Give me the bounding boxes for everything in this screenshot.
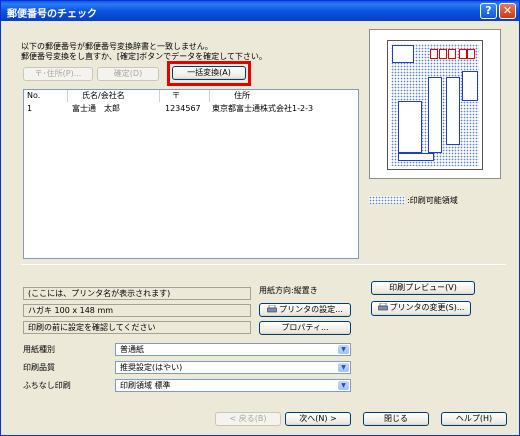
address-list[interactable]: No. 氏名/会社名 〒 住所 1 富士通 太郎 1234567 東京都富士通株… <box>23 89 359 259</box>
print-quality-value: 推奨設定(はやい) <box>120 363 183 372</box>
column-header-name[interactable]: 氏名/会社名 <box>68 90 160 102</box>
address-button[interactable]: 〒･住所(P)... <box>23 67 93 81</box>
table-cell-name[interactable]: 富士通 太郎 <box>72 104 120 114</box>
borderless-label: ふちなし印刷 <box>23 381 71 390</box>
separator <box>21 264 506 265</box>
chevron-down-icon[interactable]: ▼ <box>338 381 349 390</box>
printable-area-swatch <box>369 196 405 204</box>
paper-type-value: 普通紙 <box>120 345 144 354</box>
printer-icon <box>377 302 388 311</box>
borderless-select[interactable]: 印刷領域 標準 ▼ <box>115 379 351 392</box>
table-cell-address[interactable]: 東京都富士通株式会社1-2-3 <box>212 104 313 114</box>
printer-icon <box>267 304 277 313</box>
postcard-preview <box>369 29 501 179</box>
properties-button[interactable]: プロパティ... <box>259 321 351 335</box>
paper-type-label: 用紙種別 <box>23 345 55 354</box>
change-printer-button[interactable]: プリンタの変更(S)... <box>371 301 471 316</box>
close-title-button[interactable]: ✕ <box>499 3 516 19</box>
print-quality-select[interactable]: 推奨設定(はやい) ▼ <box>115 361 351 374</box>
paper-size-field: ハガキ 100 x 148 mm <box>23 304 251 317</box>
chevron-down-icon[interactable]: ▼ <box>338 345 349 354</box>
notice-field: 印刷の前に設定を確認してください <box>23 321 251 334</box>
printer-name-field: (ここには、プリンタ名が表示されます) <box>23 287 251 300</box>
column-header-no[interactable]: No. <box>24 90 68 102</box>
chevron-down-icon[interactable]: ▼ <box>338 363 349 372</box>
close-button[interactable]: 閉じる <box>363 412 429 426</box>
bulk-convert-button[interactable]: 一括変換(A) <box>172 66 246 80</box>
printer-settings-button[interactable]: プリンタの設定... <box>259 303 351 317</box>
change-printer-label: プリンタの変更(S)... <box>389 303 465 312</box>
printer-settings-label: プリンタの設定... <box>279 305 343 314</box>
table-cell-no[interactable]: 1 <box>27 104 32 114</box>
dialog-window: 郵便番号のチェック ? ✕ 以下の郵便番号が郵便番号変換辞書と一致しません。 郵… <box>0 0 520 436</box>
borderless-value: 印刷領域 標準 <box>120 381 171 390</box>
paper-type-select[interactable]: 普通紙 ▼ <box>115 343 351 356</box>
paper-orientation-label: 用紙方向:縦置き <box>259 286 318 295</box>
postcard-image <box>387 40 483 170</box>
title-bar[interactable]: 郵便番号のチェック ? ✕ <box>1 1 519 21</box>
help-title-button[interactable]: ? <box>480 3 497 19</box>
print-preview-button[interactable]: 印刷プレビュー(V) <box>371 281 475 295</box>
print-quality-label: 印刷品質 <box>23 363 55 372</box>
help-button[interactable]: ヘルプ(H) <box>441 412 507 426</box>
column-header-address[interactable]: 住所 <box>210 90 358 102</box>
printable-area-label: :印刷可能領域 <box>407 196 458 205</box>
window-title: 郵便番号のチェック <box>7 9 97 20</box>
table-cell-zip[interactable]: 1234567 <box>165 104 201 114</box>
next-button[interactable]: 次へ(N) > <box>285 412 351 426</box>
column-header-zip[interactable]: 〒 <box>160 90 210 102</box>
back-button[interactable]: < 戻る(B) <box>215 412 281 426</box>
confirm-button[interactable]: 確定(D) <box>97 67 159 81</box>
